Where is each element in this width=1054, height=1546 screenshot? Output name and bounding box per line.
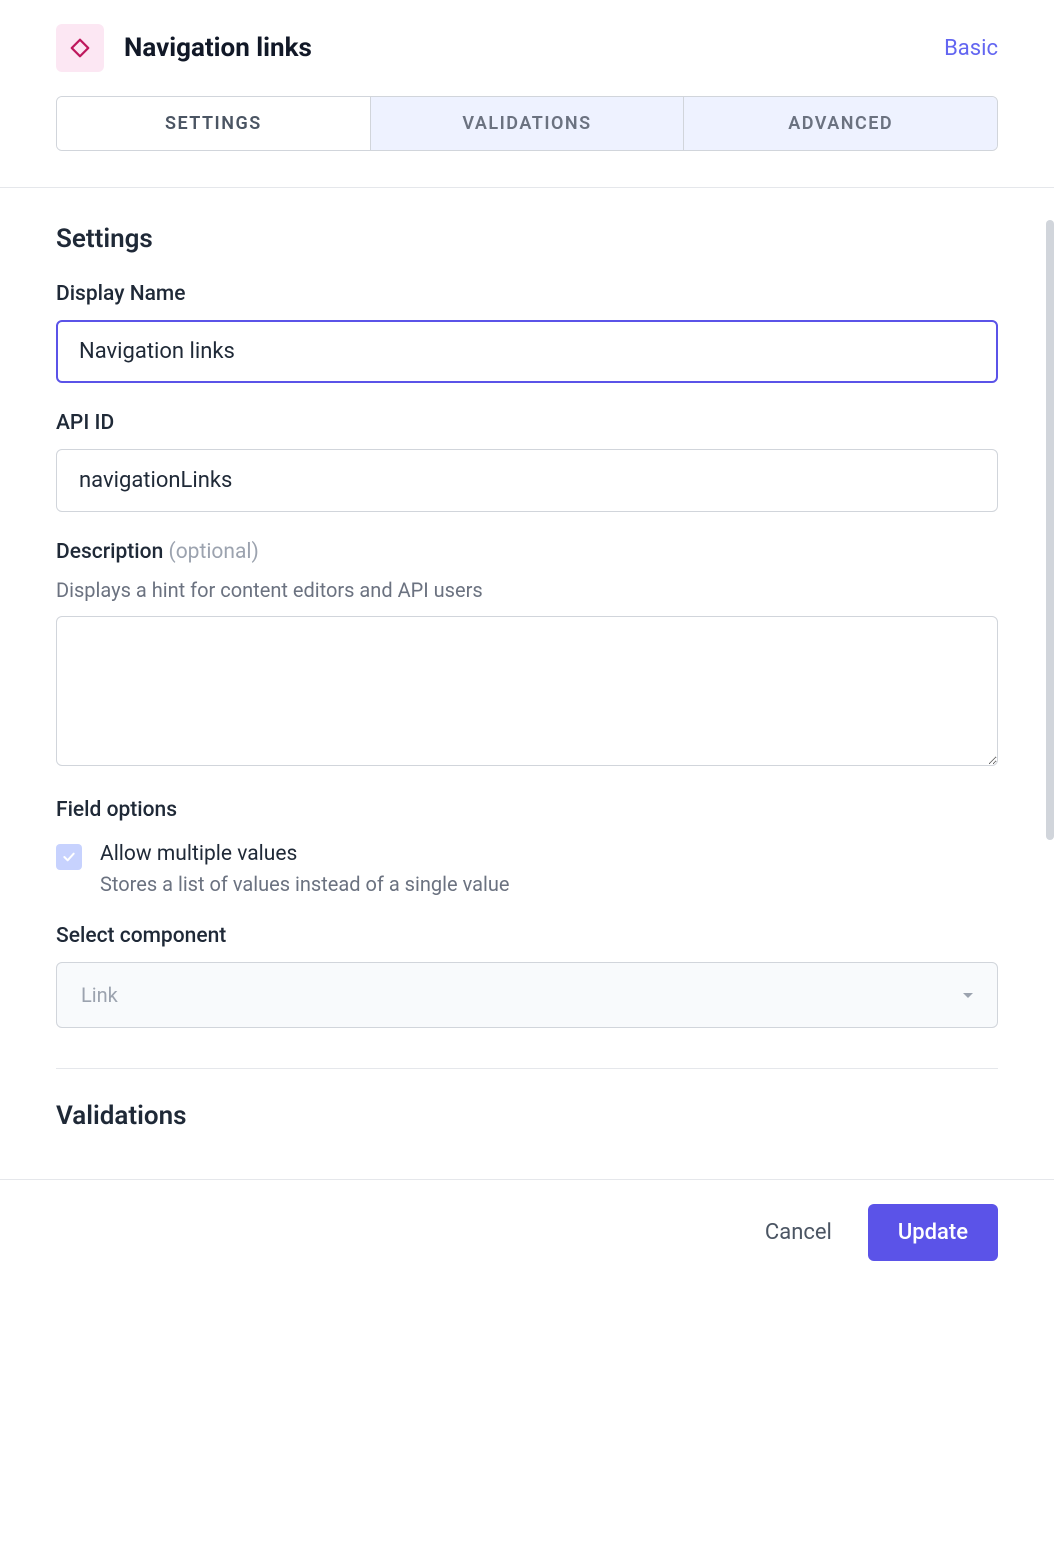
cancel-button[interactable]: Cancel — [757, 1208, 840, 1257]
allow-multiple-checkbox[interactable] — [56, 844, 82, 870]
api-id-label: API ID — [56, 411, 998, 435]
diamond-icon — [69, 37, 91, 59]
description-optional: (optional) — [169, 540, 259, 564]
api-id-group: API ID — [56, 411, 998, 512]
scrollbar[interactable] — [1046, 220, 1054, 840]
description-label: Description (optional) — [56, 540, 998, 564]
description-label-text: Description — [56, 540, 163, 564]
chevron-down-icon — [963, 993, 973, 998]
validations-section-title: Validations — [56, 1101, 998, 1131]
field-type-icon — [56, 24, 104, 72]
allow-multiple-hint: Stores a list of values instead of a sin… — [100, 872, 509, 896]
allow-multiple-label: Allow multiple values — [100, 842, 509, 866]
section-divider — [56, 1068, 998, 1069]
display-name-group: Display Name — [56, 282, 998, 383]
allow-multiple-texts: Allow multiple values Stores a list of v… — [100, 842, 509, 896]
description-textarea[interactable] — [56, 616, 998, 766]
tabs: SETTINGS VALIDATIONS ADVANCED — [56, 96, 998, 151]
select-component-dropdown[interactable]: Link — [56, 962, 998, 1028]
select-component-group: Select component Link — [56, 924, 998, 1028]
display-name-label: Display Name — [56, 282, 998, 306]
description-group: Description (optional) Displays a hint f… — [56, 540, 998, 770]
content-area: Settings Display Name API ID Description… — [0, 188, 1054, 1179]
field-type-label: Basic — [944, 36, 998, 61]
display-name-input[interactable] — [56, 320, 998, 383]
update-button[interactable]: Update — [868, 1204, 998, 1261]
field-options-title: Field options — [56, 798, 998, 822]
allow-multiple-row[interactable]: Allow multiple values Stores a list of v… — [56, 842, 998, 896]
field-options-group: Field options Allow multiple values Stor… — [56, 798, 998, 896]
select-component-label: Select component — [56, 924, 998, 948]
description-hint: Displays a hint for content editors and … — [56, 578, 998, 602]
check-icon — [61, 849, 77, 865]
api-id-input[interactable] — [56, 449, 998, 512]
dialog-header: Navigation links Basic — [0, 0, 1054, 96]
page-title: Navigation links — [124, 33, 312, 63]
tab-validations[interactable]: VALIDATIONS — [371, 97, 685, 150]
settings-section-title: Settings — [56, 224, 998, 254]
tab-settings[interactable]: SETTINGS — [57, 97, 371, 150]
select-component-value: Link — [81, 983, 118, 1007]
header-left: Navigation links — [56, 24, 312, 72]
tab-advanced[interactable]: ADVANCED — [684, 97, 997, 150]
dialog-footer: Cancel Update — [0, 1179, 1054, 1285]
